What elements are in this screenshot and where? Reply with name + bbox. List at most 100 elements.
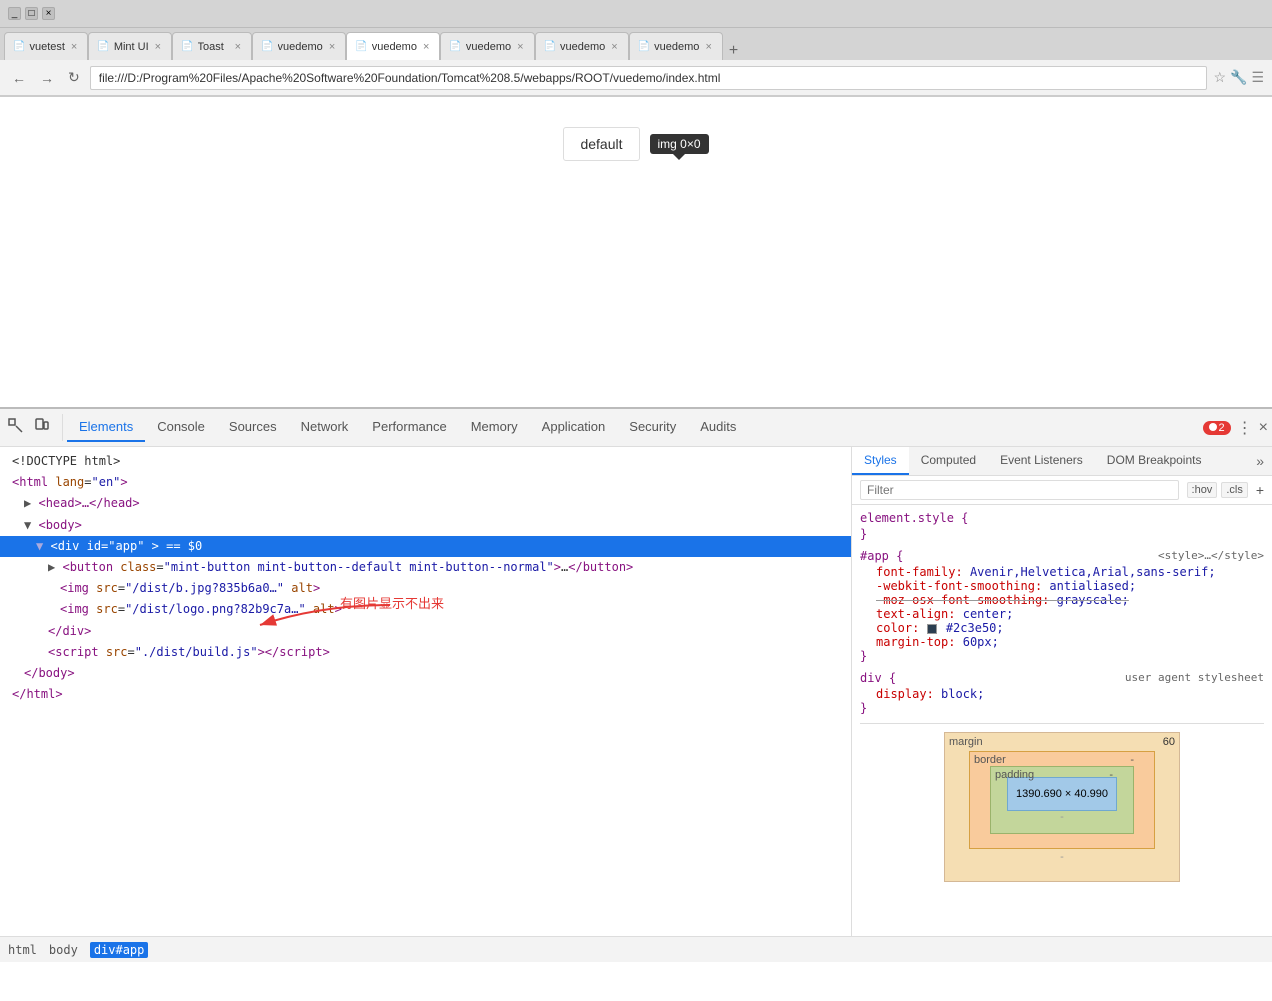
reload-button[interactable]: ↻ (64, 67, 84, 88)
default-button[interactable]: default (563, 127, 639, 161)
back-button[interactable]: ← (8, 68, 30, 88)
devtools-tab-console[interactable]: Console (145, 413, 217, 442)
styles-tab-computed[interactable]: Computed (909, 447, 988, 475)
tab-icon: 📄 (181, 41, 193, 52)
devtools-tab-elements[interactable]: Elements (67, 413, 145, 442)
styles-tab-event-listeners[interactable]: Event Listeners (988, 447, 1095, 475)
tab-vuedemo1[interactable]: 📄 vuedemo × (252, 32, 346, 60)
style-source-app[interactable]: <style>…</style> (1158, 549, 1264, 565)
menu-icon[interactable]: ☰ (1251, 69, 1264, 86)
tab-label: vuedemo (278, 41, 323, 53)
tab-close-vuetest[interactable]: × (69, 41, 79, 53)
minimize-button[interactable]: _ (8, 7, 21, 20)
elements-panel[interactable]: <!DOCTYPE html> <html lang="en"> ▶ <head… (0, 447, 852, 936)
tab-close-mintui[interactable]: × (153, 41, 163, 53)
html-div-app-line[interactable]: ▼ <div id="app" > == $0 (0, 536, 851, 557)
padding-val: - (1109, 769, 1113, 781)
forward-button[interactable]: → (36, 68, 58, 88)
margin-val: 60 (1163, 736, 1175, 748)
new-tab-button[interactable]: + (723, 42, 744, 60)
error-badge: 2 (1203, 421, 1231, 435)
tab-label: Toast (198, 41, 229, 53)
html-img1-line: <img src="/dist/b.jpg?835b6a0…" alt> (0, 578, 851, 599)
html-body-close-line: </body> (0, 663, 851, 684)
inspect-element-button[interactable] (4, 414, 28, 441)
styles-tab-more[interactable]: » (1248, 447, 1272, 475)
extensions-icon[interactable]: 🔧 (1230, 69, 1247, 86)
devtools-breadcrumb: html body div#app (0, 936, 1272, 962)
star-icon[interactable]: ☆ (1213, 69, 1226, 86)
filter-input[interactable] (860, 480, 1179, 500)
close-button[interactable]: × (42, 7, 55, 20)
style-rule-app: #app { <style>…</style> font-family: Ave… (860, 549, 1264, 663)
style-selector-div: div { (860, 671, 896, 685)
filter-hov-button[interactable]: :hov (1187, 482, 1218, 498)
html-doctype-line: <!DOCTYPE html> (0, 451, 851, 472)
devtools-tab-performance[interactable]: Performance (360, 413, 458, 442)
img-tooltip: img 0×0 (650, 134, 709, 154)
style-prop-webkit-smoothing: -webkit-font-smoothing: antialiased; (860, 579, 1264, 593)
address-bar: ← → ↻ ☆ 🔧 ☰ (0, 60, 1272, 96)
tab-toast[interactable]: 📄 Toast × (172, 32, 252, 60)
page-content: default img 0×0 (0, 97, 1272, 407)
style-close-brace-div: } (860, 701, 1264, 715)
tab-close-vuedemo4[interactable]: × (609, 41, 619, 53)
html-head-line: ▶ <head>…</head> (0, 493, 851, 514)
tab-label: vuedemo (654, 41, 699, 53)
tooltip-arrow (673, 154, 685, 160)
devtools-tab-network[interactable]: Network (289, 413, 361, 442)
style-prop-color: color: #2c3e50; (860, 621, 1264, 635)
box-model-container: margin 60 border - padding - (868, 732, 1256, 882)
tab-close-vuedemo5[interactable]: × (703, 41, 713, 53)
tab-close-vuedemo2[interactable]: × (421, 41, 431, 53)
tab-close-vuedemo1[interactable]: × (327, 41, 337, 53)
styles-tab-dom-breakpoints[interactable]: DOM Breakpoints (1095, 447, 1214, 475)
tab-bar: 📄 vuetest × 📄 Mint UI × 📄 Toast × 📄 vued… (0, 28, 1272, 60)
padding-bottom-val: - (1007, 811, 1117, 823)
styles-panel: Styles Computed Event Listeners DOM Brea… (852, 447, 1272, 936)
device-toolbar-button[interactable] (30, 414, 54, 441)
style-prop-moz-smoothing: -moz-osx-font-smoothing: grayscale; (860, 593, 1264, 607)
breadcrumb-div-app[interactable]: div#app (90, 942, 149, 958)
filter-plus-button[interactable]: + (1256, 482, 1264, 498)
tab-vuedemo4[interactable]: 📄 vuedemo × (535, 32, 629, 60)
style-prop-margin-top: margin-top: 60px; (860, 635, 1264, 649)
style-prop-display: display: block; (860, 687, 1264, 701)
tab-vuedemo2[interactable]: 📄 vuedemo × (346, 32, 440, 60)
address-input[interactable] (90, 66, 1208, 90)
tab-close-vuedemo3[interactable]: × (515, 41, 525, 53)
filter-cls-button[interactable]: .cls (1221, 482, 1248, 498)
restore-button[interactable]: □ (25, 7, 38, 20)
devtools-tab-application[interactable]: Application (530, 413, 618, 442)
tab-icon: 📄 (544, 41, 556, 52)
devtools-tab-memory[interactable]: Memory (459, 413, 530, 442)
tab-vuetest[interactable]: 📄 vuetest × (4, 32, 88, 60)
breadcrumb-html[interactable]: html (8, 943, 37, 957)
devtools-more-button[interactable]: ⋮ (1237, 418, 1253, 438)
tab-icon: 📄 (261, 41, 273, 52)
devtools-tabs: Elements Console Sources Network Perform… (67, 413, 1195, 442)
devtools-panel: Elements Console Sources Network Perform… (0, 407, 1272, 962)
devtools-tab-security[interactable]: Security (617, 413, 688, 442)
tab-label: vuedemo (372, 41, 417, 53)
devtools-main: <!DOCTYPE html> <html lang="en"> ▶ <head… (0, 447, 1272, 936)
style-source-div: user agent stylesheet (1125, 671, 1264, 687)
border-label: border (974, 754, 1006, 766)
tab-vuedemo3[interactable]: 📄 vuedemo × (440, 32, 534, 60)
tab-label: vuedemo (560, 41, 605, 53)
style-rule-header: #app { <style>…</style> (860, 549, 1264, 565)
tab-vuedemo5[interactable]: 📄 vuedemo × (629, 32, 723, 60)
tab-close-toast[interactable]: × (233, 41, 243, 53)
styles-tab-styles[interactable]: Styles (852, 447, 909, 475)
tab-icon: 📄 (97, 41, 109, 52)
tab-label: vuetest (29, 41, 64, 53)
devtools-close-button[interactable]: × (1259, 419, 1268, 437)
border-box: border - padding - 1390.690 × 40.990 (969, 751, 1155, 849)
img-tooltip-container: img 0×0 (650, 134, 709, 154)
devtools-tab-audits[interactable]: Audits (688, 413, 748, 442)
breadcrumb-body[interactable]: body (49, 943, 78, 957)
tab-mintui[interactable]: 📄 Mint UI × (88, 32, 172, 60)
page-button-area: default img 0×0 (563, 127, 708, 161)
html-html-close-line: </html> (0, 684, 851, 705)
devtools-tab-sources[interactable]: Sources (217, 413, 289, 442)
